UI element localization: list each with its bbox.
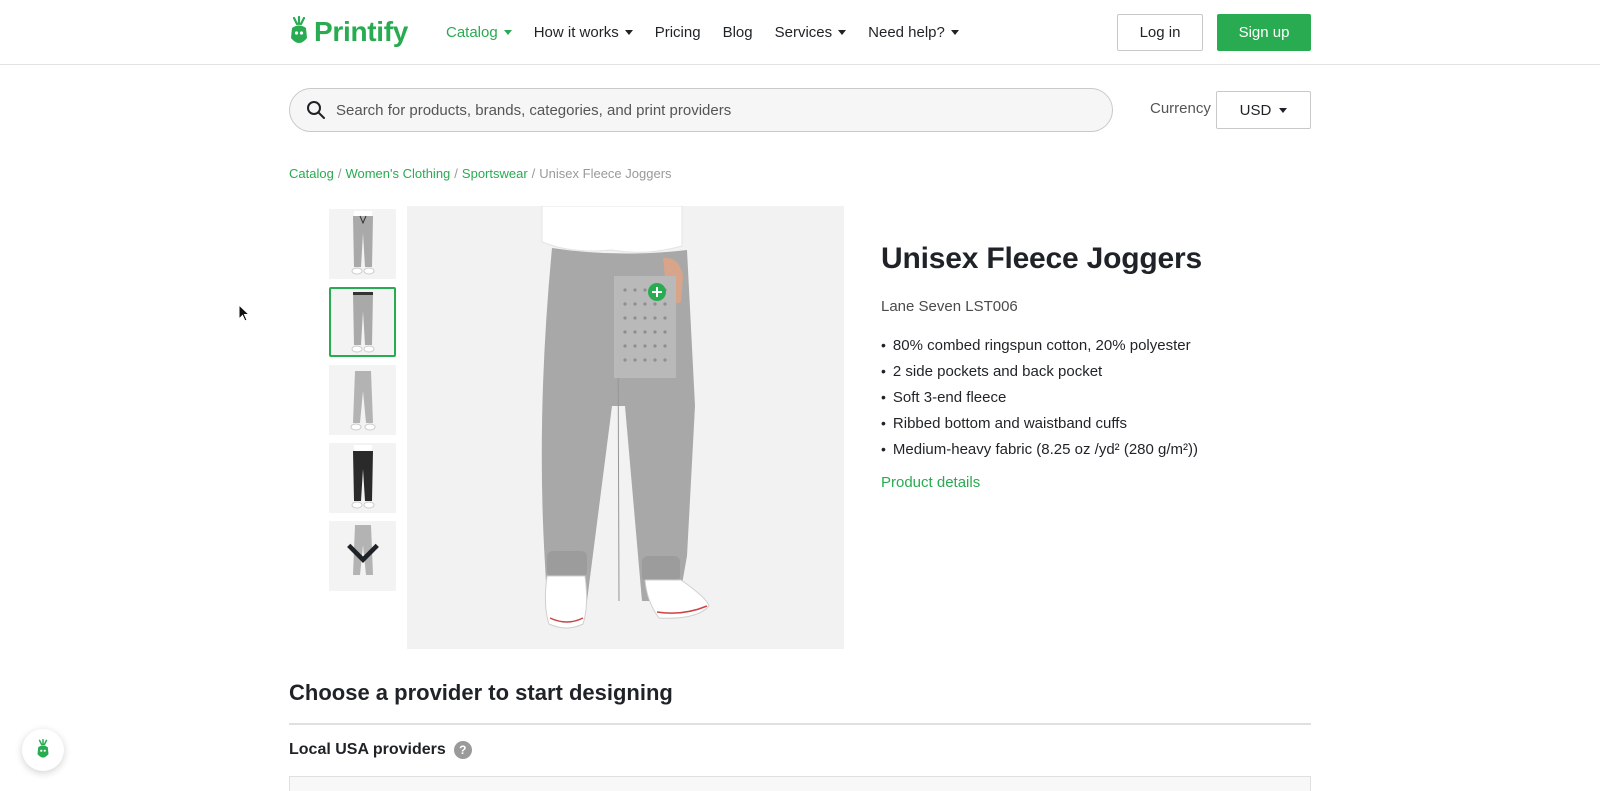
nav-pricing[interactable]: Pricing [655, 24, 701, 41]
breadcrumb-separator: / [454, 166, 458, 181]
product-brand-code: Lane Seven LST006 [881, 298, 1018, 315]
breadcrumb: Catalog / Women's Clothing / Sportswear … [289, 166, 672, 181]
nav-label: Services [774, 24, 833, 41]
nav-catalog[interactable]: Catalog [446, 24, 512, 41]
nav-label: Need help? [868, 24, 945, 41]
search-input[interactable] [336, 101, 1096, 119]
chevron-down-icon[interactable] [343, 521, 383, 587]
product-title: Unisex Fleece Joggers [881, 242, 1202, 275]
local-providers-label: Local USA providers [289, 741, 446, 758]
breadcrumb-sportswear[interactable]: Sportswear [462, 166, 528, 181]
breadcrumb-womens-clothing[interactable]: Women's Clothing [345, 166, 450, 181]
chevron-down-icon [838, 30, 847, 35]
search-icon [307, 101, 325, 119]
chevron-down-icon [624, 30, 633, 35]
product-details-link[interactable]: Product details [881, 474, 980, 491]
chevron-down-icon [1279, 107, 1288, 113]
printify-logo[interactable]: Printify [288, 14, 408, 50]
thumbnail-grey-back[interactable] [329, 287, 396, 357]
chevron-down-icon [950, 30, 959, 35]
logo-wordmark: Printify [314, 16, 409, 47]
nav-need-help[interactable]: Need help? [868, 24, 959, 41]
breadcrumb-separator: / [531, 166, 536, 181]
nav-how-it-works[interactable]: How it works [534, 24, 633, 41]
help-icon[interactable]: ? [453, 741, 472, 759]
printify-logo-icon [37, 739, 49, 758]
feature-item: Medium-heavy fabric (8.25 oz /yd² (280 g… [881, 436, 1198, 462]
thumbnail-black-front[interactable] [329, 443, 396, 513]
signup-button[interactable]: Sign up [1217, 14, 1311, 51]
currency-label: Currency [1150, 100, 1211, 117]
breadcrumb-catalog[interactable]: Catalog [289, 166, 334, 181]
divider [289, 723, 1311, 725]
thumbnail-grey-side-2[interactable] [329, 521, 396, 591]
provider-table [289, 776, 1311, 791]
currency-value: USD [1239, 101, 1272, 119]
providers-section-title: Choose a provider to start designing [289, 680, 673, 705]
mouse-cursor-icon [238, 304, 250, 322]
nav-blog[interactable]: Blog [723, 24, 753, 41]
login-button[interactable]: Log in [1117, 14, 1203, 51]
search-bar[interactable] [289, 88, 1113, 132]
joggers-thumbnail-image [351, 292, 374, 353]
joggers-thumbnail-image [350, 371, 375, 431]
thumbnail-grey-front[interactable] [329, 209, 396, 279]
feature-item: Soft 3-end fleece [881, 384, 1198, 410]
nav-services[interactable]: Services [775, 24, 847, 41]
thumbnail-list [329, 209, 396, 599]
local-providers-heading: Local USA providers ? [289, 741, 472, 759]
chat-widget-button[interactable] [22, 729, 64, 771]
joggers-thumbnail-image [351, 211, 374, 275]
feature-item: Ribbed bottom and waistband cuffs [881, 410, 1198, 436]
nav-label: Catalog [446, 24, 498, 41]
thumbnail-grey-side[interactable] [329, 365, 396, 435]
product-features: 80% combed ringspun cotton, 20% polyeste… [881, 332, 1198, 462]
main-nav: Catalog How it works Pricing Blog Servic… [446, 0, 959, 65]
nav-label: Blog [722, 24, 753, 41]
joggers-thumbnail-image [351, 445, 374, 509]
feature-item: 80% combed ringspun cotton, 20% polyeste… [881, 332, 1198, 358]
printify-logo-icon [291, 16, 307, 43]
breadcrumb-current: Unisex Fleece Joggers [539, 166, 672, 181]
product-main-image [407, 206, 844, 649]
nav-label: Pricing [654, 24, 701, 41]
nav-label: How it works [533, 24, 619, 41]
chevron-down-icon [503, 30, 512, 35]
joggers-back-image [407, 206, 844, 649]
breadcrumb-separator: / [337, 166, 342, 181]
currency-select[interactable]: USD [1216, 91, 1311, 129]
site-header: Printify Catalog How it works Pricing Bl… [0, 0, 1600, 65]
feature-item: 2 side pockets and back pocket [881, 358, 1198, 384]
